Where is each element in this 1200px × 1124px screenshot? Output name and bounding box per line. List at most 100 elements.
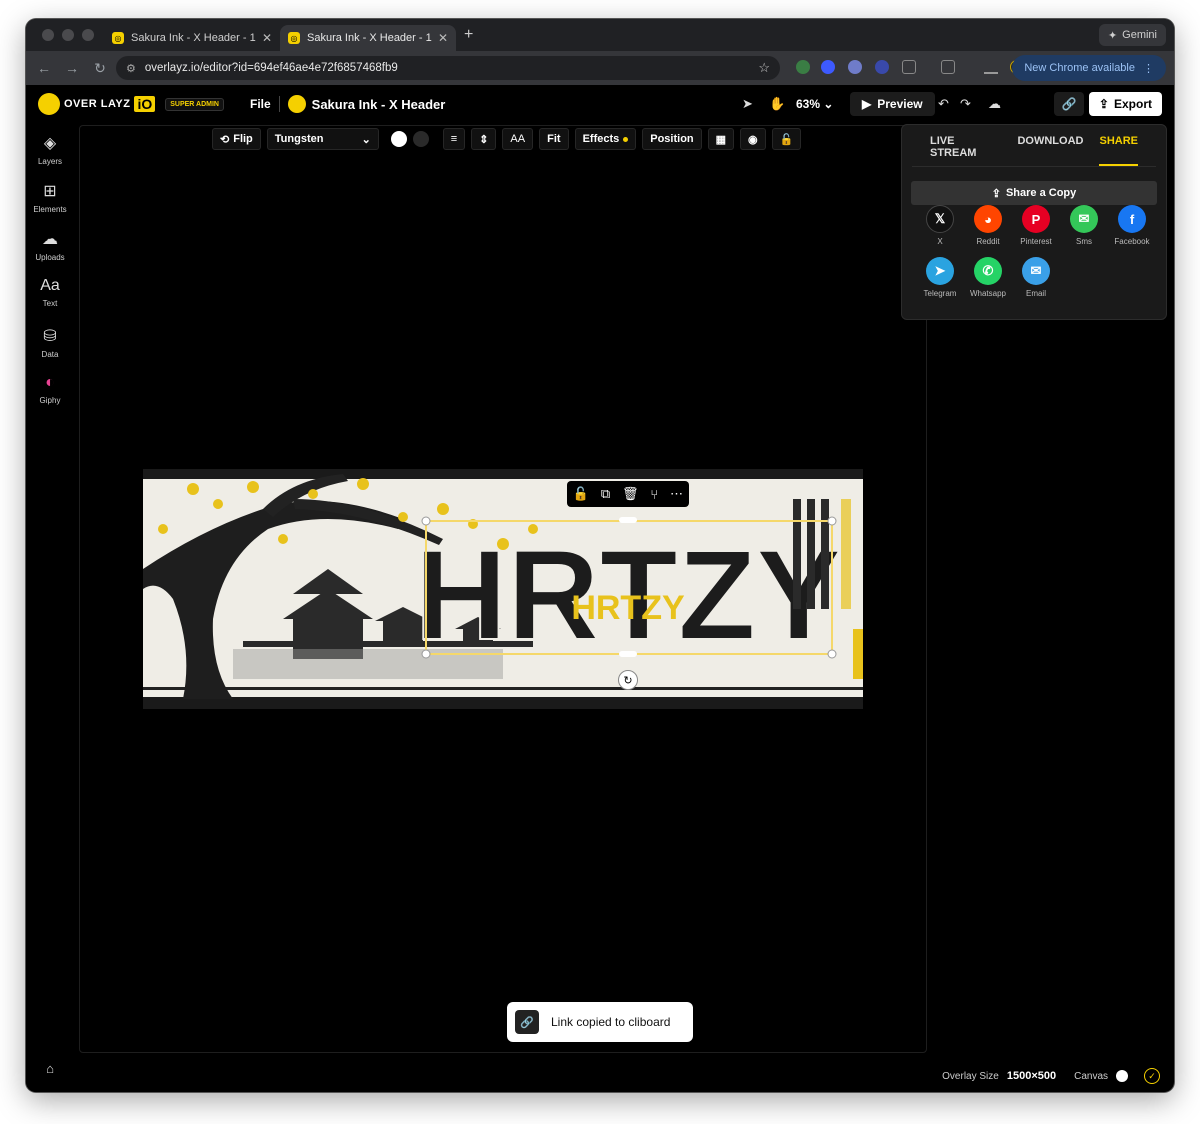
tab-share[interactable]: SHARE — [1099, 135, 1138, 166]
hand-pan-icon[interactable]: ✋ — [769, 96, 785, 112]
canvas-label: Canvas — [1074, 1070, 1108, 1082]
visibility-button[interactable]: ◉ — [740, 128, 766, 150]
site-settings-icon[interactable]: ⚙ — [126, 62, 136, 75]
left-sidebar: ◈ Layers ⊞ Elements ☁ Uploads Aa Text ⛁ … — [26, 123, 74, 1092]
kebab-menu-icon[interactable]: ⋮ — [1143, 62, 1154, 75]
share-telegram[interactable]: ➤ Telegram — [916, 257, 964, 298]
check-circle-icon[interactable]: ✓ — [1144, 1068, 1160, 1084]
maximize-window-button[interactable] — [82, 29, 94, 41]
share-email[interactable]: ✉ Email — [1012, 257, 1060, 298]
text-case-button[interactable]: AA — [502, 128, 534, 150]
undo-icon[interactable]: ↶ — [938, 96, 949, 112]
tab-download[interactable]: DOWNLOAD — [1017, 135, 1083, 166]
minimize-window-button[interactable] — [62, 29, 74, 41]
url-field[interactable]: ⚙ overlayz.io/editor?id=694ef46ae4e72f68… — [116, 56, 780, 80]
align-button[interactable]: ≡ — [442, 128, 466, 150]
more-horizontal-icon[interactable]: ⋯ — [670, 486, 683, 502]
spacing-button[interactable]: ⇕ — [471, 128, 497, 150]
forward-arrow-icon[interactable]: → — [58, 60, 86, 76]
copy-link-button[interactable]: 🔗 — [1054, 92, 1084, 116]
share-panel-tabs: LIVE STREAM DOWNLOAD SHARE — [912, 125, 1156, 167]
giphy-icon: ◐ — [45, 374, 55, 391]
fit-button[interactable]: Fit — [539, 128, 569, 150]
tab-search-icon[interactable] — [941, 60, 955, 74]
extension-icon[interactable] — [796, 60, 810, 74]
branch-icon[interactable]: ⑂ — [650, 487, 658, 502]
browser-window: ◎ Sakura Ink - X Header - 1500 ✕ ◎ Sakur… — [26, 19, 1174, 1092]
share-panel: LIVE STREAM DOWNLOAD SHARE ⇪ Share a Cop… — [901, 124, 1167, 320]
trash-icon[interactable]: 🗑 — [622, 486, 639, 502]
close-tab-icon[interactable]: ✕ — [262, 31, 272, 45]
sidebar-item-uploads[interactable]: ☁ Uploads — [26, 229, 74, 262]
puzzle-extensions-icon[interactable] — [902, 60, 916, 74]
file-menu-button[interactable]: File — [250, 97, 271, 111]
sidebar-bottom-button[interactable]: ⌂ — [26, 1061, 74, 1080]
zoom-value: 63% — [796, 97, 821, 111]
overlayz-logo[interactable]: OVER LAYZ iO — [38, 93, 156, 115]
sidebar-item-elements[interactable]: ⊞ Elements — [26, 181, 74, 214]
stroke-color-swatch[interactable] — [412, 131, 429, 147]
rotate-handle-icon[interactable]: ↻ — [618, 670, 638, 690]
overlayz-favicon-icon: ◎ — [112, 32, 124, 44]
position-button[interactable]: Position — [642, 128, 702, 150]
select-pointer-icon[interactable]: ➤ — [742, 96, 753, 112]
project-name[interactable]: Sakura Ink - X Header — [312, 97, 446, 112]
close-tab-icon[interactable]: ✕ — [438, 31, 448, 45]
sidebar-item-label: Giphy — [39, 396, 61, 405]
reload-icon[interactable]: ↻ — [86, 60, 114, 77]
logo-io: iO — [134, 96, 156, 112]
canvas-color-toggle[interactable] — [1116, 1070, 1128, 1082]
unlock-icon[interactable]: 🔓 — [573, 486, 589, 502]
redo-icon[interactable]: ↷ — [960, 96, 971, 112]
share-upload-icon: ⇪ — [991, 187, 1001, 200]
effects-label: Effects — [582, 133, 620, 145]
preview-button[interactable]: ▶ Preview — [850, 92, 935, 116]
position-label: Position — [650, 133, 694, 145]
tab-live-stream[interactable]: LIVE STREAM — [930, 135, 1001, 166]
duplicate-icon[interactable]: ⧉ — [601, 486, 610, 502]
case-label: AA — [510, 133, 526, 145]
sidebar-item-layers[interactable]: ◈ Layers — [26, 133, 74, 166]
gemini-button[interactable]: ✦ Gemini — [1098, 24, 1166, 46]
font-select[interactable]: Tungsten ⌄ — [266, 128, 379, 150]
fill-color-swatch[interactable] — [390, 131, 407, 147]
link-icon: 🔗 — [515, 1010, 539, 1034]
banner-artwork: HRTZY HRTZY — [143, 469, 863, 709]
download-icon[interactable] — [984, 60, 998, 74]
flip-button[interactable]: ⟲ Flip — [212, 128, 261, 150]
extension-icon[interactable] — [848, 60, 862, 74]
x-logo-icon: 𝕏 — [926, 205, 954, 233]
window-controls — [42, 29, 104, 41]
back-arrow-icon[interactable]: ← — [30, 60, 58, 76]
sidebar-item-text[interactable]: Aa Text — [26, 277, 74, 308]
header-canvas[interactable]: HRTZY HRTZY — [143, 469, 863, 709]
share-x[interactable]: 𝕏X — [916, 205, 964, 246]
transparency-button[interactable]: ▦ — [707, 128, 735, 150]
browser-tab-1[interactable]: ◎ Sakura Ink - X Header - 1500 ✕ — [104, 25, 280, 51]
effects-button[interactable]: Effects — [574, 128, 637, 150]
share-target-label: Whatsapp — [969, 289, 1007, 298]
share-sms[interactable]: ✉ Sms — [1060, 205, 1108, 246]
fit-label: Fit — [547, 133, 561, 145]
export-button[interactable]: ⇪ Export — [1088, 92, 1162, 116]
sidebar-item-giphy[interactable]: ◐ Giphy — [26, 374, 74, 405]
sidebar-item-label: Data — [41, 350, 59, 359]
facebook-icon: f — [1118, 205, 1146, 233]
share-copy-button[interactable]: ⇪ Share a Copy — [911, 181, 1157, 205]
share-facebook[interactable]: f Facebook — [1108, 205, 1156, 246]
extension-icon[interactable] — [821, 60, 835, 74]
new-tab-icon[interactable]: + — [464, 26, 473, 44]
close-window-button[interactable] — [42, 29, 54, 41]
zoom-level-dropdown[interactable]: 63% ⌄ — [796, 97, 833, 111]
bookmark-star-icon[interactable]: ☆ — [758, 60, 770, 76]
browser-tab-2[interactable]: ◎ Sakura Ink - X Header - 1500 ✕ — [280, 25, 456, 51]
share-pinterest[interactable]: P Pinterest — [1012, 205, 1060, 246]
sms-bubble-icon: ✉ — [1070, 205, 1098, 233]
share-whatsapp[interactable]: ✆ Whatsapp — [964, 257, 1012, 298]
lock-button[interactable]: 🔓 — [771, 128, 802, 150]
chrome-update-button[interactable]: New Chrome available ⋮ — [1012, 55, 1166, 81]
sidebar-item-data[interactable]: ⛁ Data — [26, 326, 74, 359]
share-reddit[interactable]: ◕ Reddit — [964, 205, 1012, 246]
extension-icon[interactable] — [875, 60, 889, 74]
layers-icon: ◈ — [43, 135, 57, 152]
